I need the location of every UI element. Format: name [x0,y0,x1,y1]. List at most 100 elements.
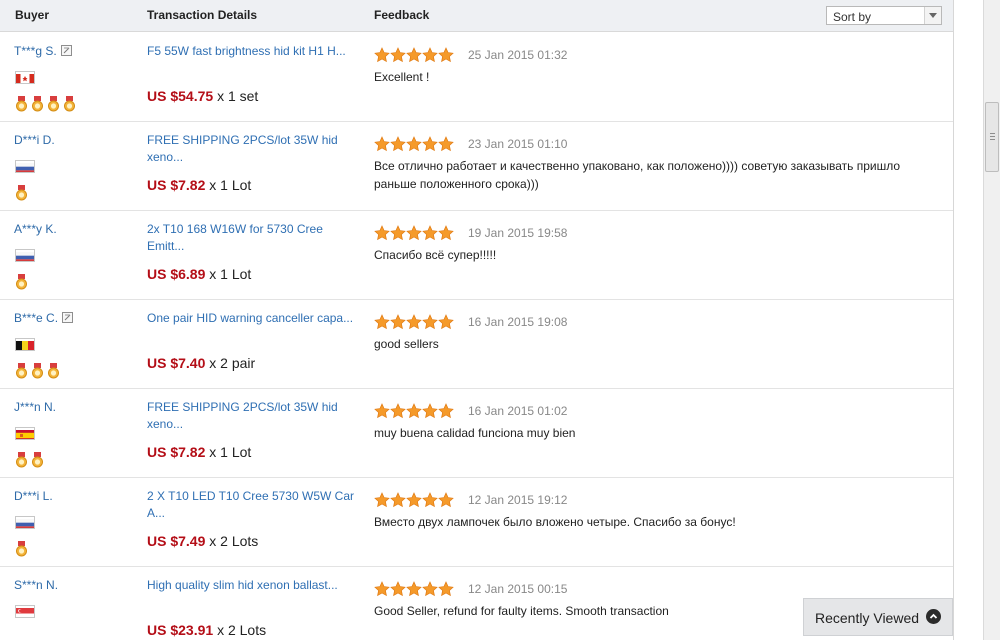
feedback-date: 19 Jan 2015 19:58 [468,226,568,240]
recently-viewed-label: Recently Viewed [815,610,920,626]
price-quantity: US $54.75 x 1 set [147,88,258,104]
feedback-date: 12 Jan 2015 19:12 [468,493,568,507]
recently-viewed-button[interactable]: Recently Viewed [803,598,953,636]
product-title-link[interactable]: FREE SHIPPING 2PCS/lot 35W hid xeno... [147,132,359,166]
buyer-medals [15,363,63,379]
feedback-comment: Спасибо всё супер!!!!! [374,248,497,262]
star-rating [374,314,454,330]
flag-singapore-icon [15,605,35,618]
product-title-link[interactable]: One pair HID warning canceller capa... [147,310,359,327]
price-quantity: US $7.49 x 2 Lots [147,533,258,549]
buyer-name-link[interactable]: J***n N. [14,400,56,414]
price-quantity: US $7.82 x 1 Lot [147,177,251,193]
medal-icon [15,363,28,379]
quantity: x 2 Lots [209,533,259,549]
feedback-comment: Все отлично работает и качественно упако… [374,159,901,191]
buyer-medals [15,185,31,201]
feedback-list: T***g S. F5 55W fast brightness hid kit … [0,33,953,640]
feedback-row: D***i L. 2 X T10 LED T10 Cree 5730 W5W C… [0,478,953,567]
flag-belgium-icon [15,338,35,351]
buyer-medals [15,274,31,290]
star-rating [374,136,454,152]
quantity: x 2 pair [209,355,256,371]
price-amount: US $23.91 [147,622,214,638]
quantity: x 1 Lot [209,444,252,460]
medal-icon [15,274,28,290]
header-feedback: Feedback [374,8,430,22]
quantity: x 1 set [217,88,259,104]
sort-by-label: Sort by [833,10,872,24]
star-rating [374,47,454,63]
feedback-comment: Вместо двух лампочек было вложено четыре… [374,515,736,529]
flag-russia-icon [15,249,35,262]
medal-icon [15,541,28,557]
feedback-row: B***e C. One pair HID warning canceller … [0,300,953,389]
header-buyer: Buyer [15,8,50,22]
medal-icon [31,363,44,379]
quantity: x 1 Lot [209,177,252,193]
buyer-name-link[interactable]: S***n N. [14,578,58,592]
feedback-date: 12 Jan 2015 00:15 [468,582,568,596]
medal-icon [47,363,60,379]
buyer-name-link[interactable]: D***i L. [14,489,53,503]
buyer-profile-icon[interactable] [61,45,72,56]
product-title-link[interactable]: F5 55W fast brightness hid kit H1 H... [147,43,359,60]
vertical-scrollbar[interactable] [983,0,1000,640]
quantity: x 2 Lots [217,622,267,638]
buyer-medals [15,541,31,557]
feedback-row: A***y K. 2x T10 168 W16W for 5730 Cree E… [0,211,953,300]
table-header: Buyer Transaction Details Feedback Sort … [0,0,953,32]
star-rating [374,403,454,419]
price-amount: US $6.89 [147,266,206,282]
chevron-down-icon[interactable] [924,7,941,24]
buyer-medals [15,452,47,468]
price-quantity: US $6.89 x 1 Lot [147,266,251,282]
feedback-comment: muy buena calidad funciona muy bien [374,426,576,440]
sort-by-dropdown[interactable]: Sort by [826,6,942,25]
scrollbar-thumb[interactable] [985,102,999,172]
price-amount: US $7.82 [147,177,206,193]
star-rating [374,225,454,241]
quantity: x 1 Lot [209,266,252,282]
star-rating [374,492,454,508]
medal-icon [31,96,44,112]
price-amount: US $7.82 [147,444,206,460]
price-quantity: US $23.91 x 2 Lots [147,622,266,638]
feedback-comment: Excellent ! [374,70,430,84]
feedback-comment: good sellers [374,337,439,351]
feedback-row: T***g S. F5 55W fast brightness hid kit … [0,33,953,122]
price-amount: US $7.40 [147,355,206,371]
buyer-medals [15,96,79,112]
price-quantity: US $7.40 x 2 pair [147,355,255,371]
flag-canada-icon [15,71,35,84]
product-title-link[interactable]: FREE SHIPPING 2PCS/lot 35W hid xeno... [147,399,359,433]
buyer-name-link[interactable]: B***e C. [14,311,58,325]
price-amount: US $7.49 [147,533,206,549]
flag-spain-icon [15,427,35,440]
feedback-date: 25 Jan 2015 01:32 [468,48,568,62]
buyer-profile-icon[interactable] [62,312,73,323]
medal-icon [15,96,28,112]
feedback-date: 23 Jan 2015 01:10 [468,137,568,151]
feedback-row: J***n N. FREE SHIPPING 2PCS/lot 35W hid … [0,389,953,478]
flag-russia-icon [15,516,35,529]
product-title-link[interactable]: 2x T10 168 W16W for 5730 Cree Emitt... [147,221,359,255]
feedback-date: 16 Jan 2015 19:08 [468,315,568,329]
buyer-name-link[interactable]: A***y K. [14,222,57,236]
star-rating [374,581,454,597]
chevron-up-icon [926,609,941,624]
price-amount: US $54.75 [147,88,214,104]
medal-icon [63,96,76,112]
feedback-table: Buyer Transaction Details Feedback Sort … [0,0,954,640]
feedback-row: D***i D. FREE SHIPPING 2PCS/lot 35W hid … [0,122,953,211]
buyer-name-link[interactable]: D***i D. [14,133,55,147]
medal-icon [31,452,44,468]
buyer-name-link[interactable]: T***g S. [14,44,57,58]
product-title-link[interactable]: 2 X T10 LED T10 Cree 5730 W5W Car A... [147,488,359,522]
medal-icon [15,185,28,201]
header-transaction-details: Transaction Details [147,8,258,22]
price-quantity: US $7.82 x 1 Lot [147,444,251,460]
flag-russia-icon [15,160,35,173]
product-title-link[interactable]: High quality slim hid xenon ballast... [147,577,359,594]
medal-icon [47,96,60,112]
